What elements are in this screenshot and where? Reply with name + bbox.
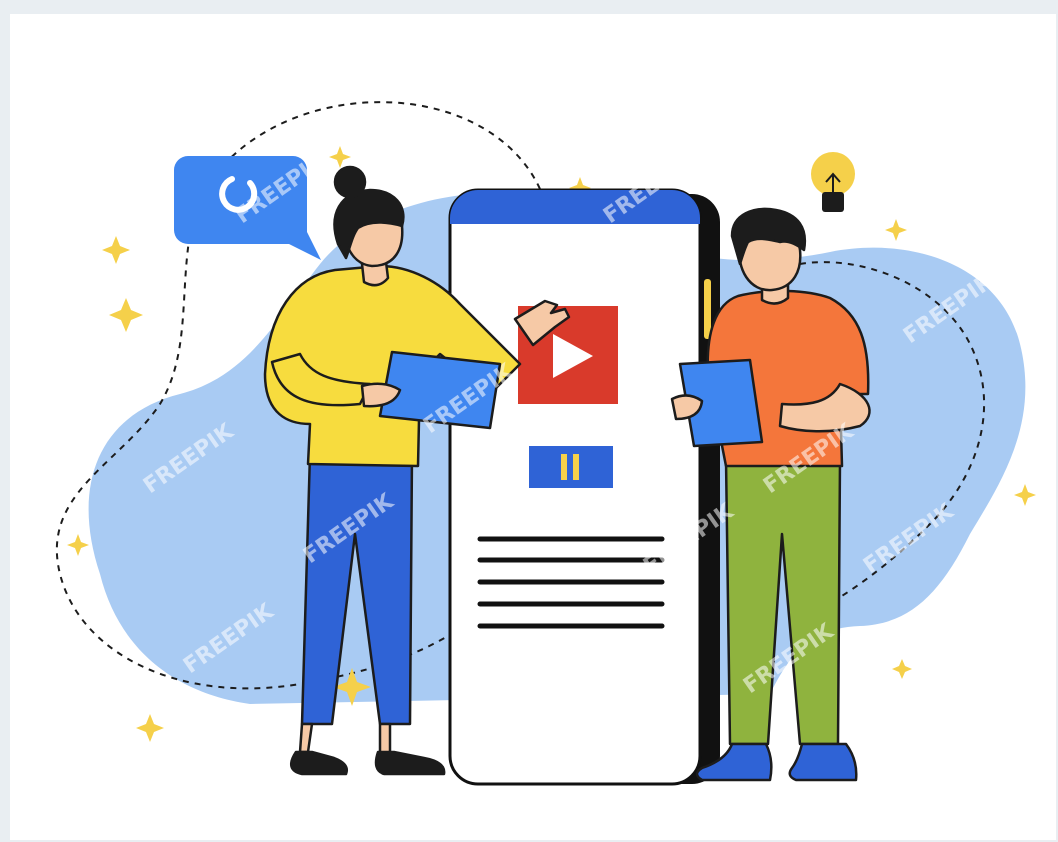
phone-header: [450, 190, 700, 224]
woman-shoe-right: [374, 750, 446, 776]
woman-shoe-left: [289, 750, 348, 776]
illustration-frame: FREEPIK FREEPIK FREEPIK FREEPIK FREEPIK …: [10, 14, 1056, 840]
pause-icon: [529, 446, 613, 488]
phone-video-illustration: FREEPIK FREEPIK FREEPIK FREEPIK FREEPIK …: [55, 101, 1036, 786]
woman-hair-bun: [333, 165, 367, 199]
phone: [448, 188, 720, 786]
man-shoe-right: [788, 742, 858, 782]
lightbulb-icon: [811, 152, 855, 212]
